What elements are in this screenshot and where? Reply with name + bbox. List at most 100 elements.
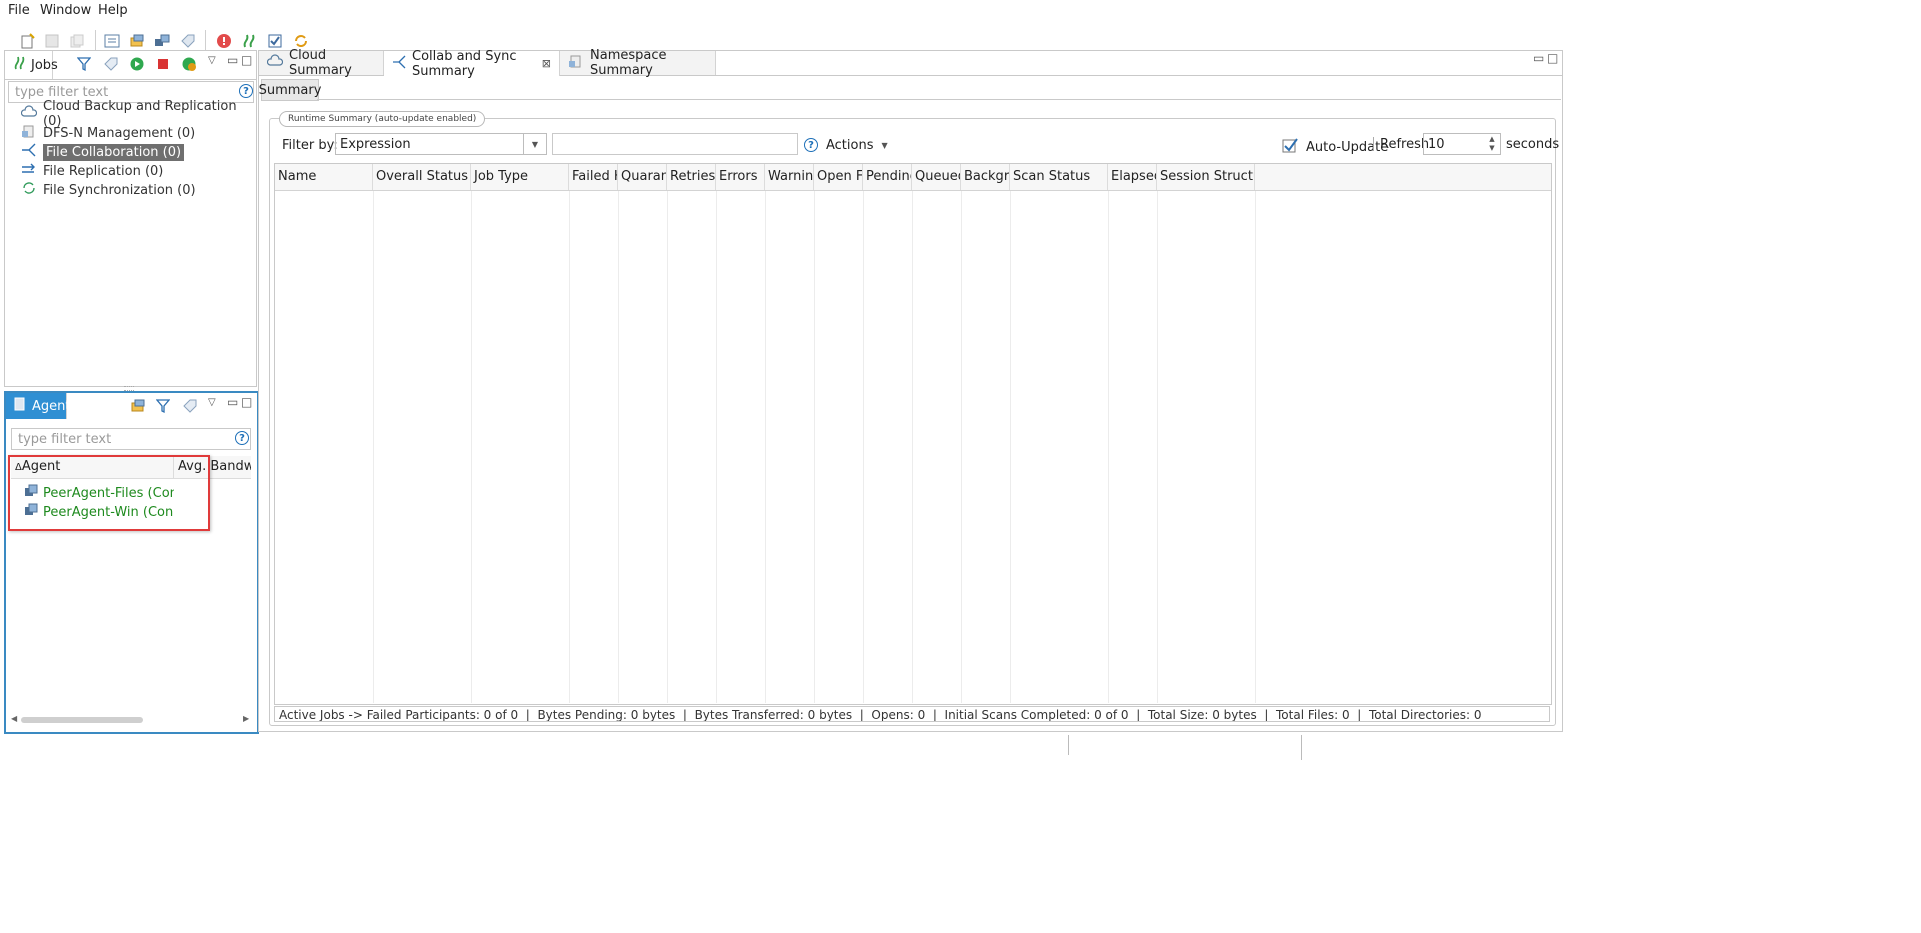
alert-icon[interactable] (215, 32, 233, 50)
column-line (1157, 191, 1158, 703)
tab-namespace-summary[interactable]: Namespace Summary (560, 48, 716, 78)
copy-icon[interactable] (68, 32, 86, 50)
tab-cloud-summary-label: Cloud Summary (289, 48, 352, 78)
highlight-box (8, 455, 210, 531)
scroll-thumb[interactable] (21, 717, 143, 723)
job-item-file-collaboration[interactable]: File Collaboration (0) (21, 143, 185, 161)
col-header-background[interactable]: Backgrou (961, 164, 1010, 190)
col-header-queued[interactable]: Queued I (912, 164, 961, 190)
col-header-quarantined[interactable]: Quarantir (618, 164, 667, 190)
collab-icon (21, 143, 37, 161)
actions-menu[interactable]: Actions ▼ (826, 138, 888, 153)
agent-tool-icon[interactable] (128, 32, 146, 50)
agents-minimize-icon[interactable]: ▭ (227, 395, 238, 409)
properties-icon[interactable] (103, 32, 121, 50)
editor-maximize-icon[interactable]: □ (1547, 51, 1558, 65)
filter-icon[interactable] (76, 56, 92, 75)
spinner-arrows-icon[interactable]: ▲ ▼ (1484, 134, 1500, 154)
agents-view-menu-icon[interactable]: ▽ (208, 397, 216, 408)
col-header-retries[interactable]: Retries (667, 164, 716, 190)
summary-table-header: Name Overall Status Job Type Failed Ho Q… (275, 164, 1551, 191)
menu-window[interactable]: Window (40, 3, 91, 18)
col-header-pending[interactable]: Pending E (863, 164, 912, 190)
collab-icon (392, 55, 406, 73)
scroll-left-icon[interactable]: ◀ (11, 714, 17, 723)
actions-chevron-icon: ▼ (881, 141, 888, 150)
jobs-tool-icon[interactable] (240, 32, 258, 50)
column-line (912, 191, 913, 703)
start-icon[interactable] (129, 56, 145, 75)
sync-icon (21, 181, 37, 199)
agents-filter-input[interactable] (11, 428, 251, 450)
statusline-divider (1068, 735, 1069, 755)
filter-expression-input[interactable] (552, 133, 798, 155)
runtime-summary-group: Runtime Summary (auto-update enabled) Fi… (269, 111, 1560, 726)
scroll-right-icon[interactable]: ▶ (243, 714, 249, 723)
column-line (1010, 191, 1011, 703)
column-line (863, 191, 864, 703)
seconds-label: seconds (1506, 137, 1560, 152)
column-line (814, 191, 815, 703)
view-menu-icon[interactable]: ▽ (208, 55, 216, 66)
menu-file[interactable]: File (8, 3, 30, 18)
job-item-file-synchronization[interactable]: File Synchronization (0) (21, 181, 196, 199)
task-icon[interactable] (266, 32, 284, 50)
filter-by-label: Filter by: (282, 138, 338, 153)
job-item-label: File Replication (0) (43, 163, 164, 179)
job-item-dfs-n[interactable]: DFS-N Management (0) (21, 124, 195, 142)
maximize-icon[interactable]: □ (241, 53, 252, 67)
col-header-name[interactable]: Name (275, 164, 373, 190)
subtab-summary[interactable]: Summary (259, 79, 321, 101)
minimize-icon[interactable]: ▭ (227, 53, 238, 67)
tab-collab-and-sync-summary[interactable]: Collab and Sync Summary ⊠ (384, 49, 560, 79)
menu-help[interactable]: Help (98, 3, 128, 18)
editor-area: Cloud Summary Collab and Sync Summary ⊠ … (258, 48, 1563, 732)
stop-icon[interactable] (155, 56, 171, 75)
agent-action-icon[interactable] (130, 398, 146, 417)
auto-update-divider (1373, 137, 1374, 151)
tag-icon[interactable] (179, 32, 197, 50)
job-item-file-replication[interactable]: File Replication (0) (21, 162, 163, 180)
agents-tabstrip: Agents ▽ ▭ □ (6, 393, 257, 421)
agents-icon (14, 397, 26, 415)
agents-horizontal-scrollbar[interactable]: ◀ ▶ (11, 714, 251, 725)
col-header-job-type[interactable]: Job Type (471, 164, 569, 190)
refresh-value: 10 (1428, 136, 1445, 152)
network-icon[interactable] (153, 32, 171, 50)
new-icon[interactable] (19, 32, 37, 50)
filter-by-select[interactable]: Expression ▼ (335, 133, 547, 155)
agents-maximize-icon[interactable]: □ (241, 395, 252, 409)
tag-filter-icon[interactable] (103, 56, 119, 75)
namespace-icon (568, 54, 584, 72)
run-schedule-icon[interactable] (181, 56, 197, 75)
col-header-warnings[interactable]: Warnings (765, 164, 814, 190)
agents-filter-icon[interactable] (155, 398, 171, 417)
col-header-failed-hosts[interactable]: Failed Ho (569, 164, 618, 190)
agents-tag-icon[interactable] (182, 398, 198, 417)
col-header-session-structure[interactable]: Session Structure (1157, 164, 1255, 190)
editor-minimize-icon[interactable]: ▭ (1533, 51, 1544, 65)
refresh-spinner[interactable]: 10 ▲ ▼ (1423, 133, 1501, 155)
filter-help-icon[interactable]: ? (804, 138, 818, 152)
col-header-elapsed-time[interactable]: Elapsed T (1108, 164, 1157, 190)
job-item-cloud-backup[interactable]: Cloud Backup and Replication (0) (20, 99, 256, 129)
col-header-errors[interactable]: Errors (716, 164, 765, 190)
checkbox-icon[interactable] (1282, 137, 1298, 157)
chevron-down-icon[interactable]: ▼ (523, 134, 546, 154)
close-tab-icon[interactable]: ⊠ (542, 57, 551, 70)
agents-filter-help-icon[interactable]: ? (235, 431, 249, 445)
tab-namespace-label: Namespace Summary (590, 48, 667, 78)
tab-jobs[interactable]: Jobs (5, 51, 58, 79)
group-title: Runtime Summary (auto-update enabled) (279, 111, 486, 127)
col-header-scan-status[interactable]: Scan Status (1010, 164, 1108, 190)
jobs-filter-help-icon[interactable]: ? (239, 84, 253, 98)
statusline-divider (1301, 735, 1302, 760)
tab-cloud-summary[interactable]: Cloud Summary (259, 48, 384, 78)
jobs-panel: Jobs ▽ ▭ □ ? Cloud Backup and Replicatio… (4, 50, 257, 387)
col-header-overall-status[interactable]: Overall Status (373, 164, 471, 190)
jobs-icon (13, 56, 25, 74)
col-header-open-files[interactable]: Open File (814, 164, 863, 190)
tab-agents[interactable]: Agents (6, 393, 77, 419)
dfs-icon (21, 124, 37, 142)
save-icon[interactable] (43, 32, 61, 50)
